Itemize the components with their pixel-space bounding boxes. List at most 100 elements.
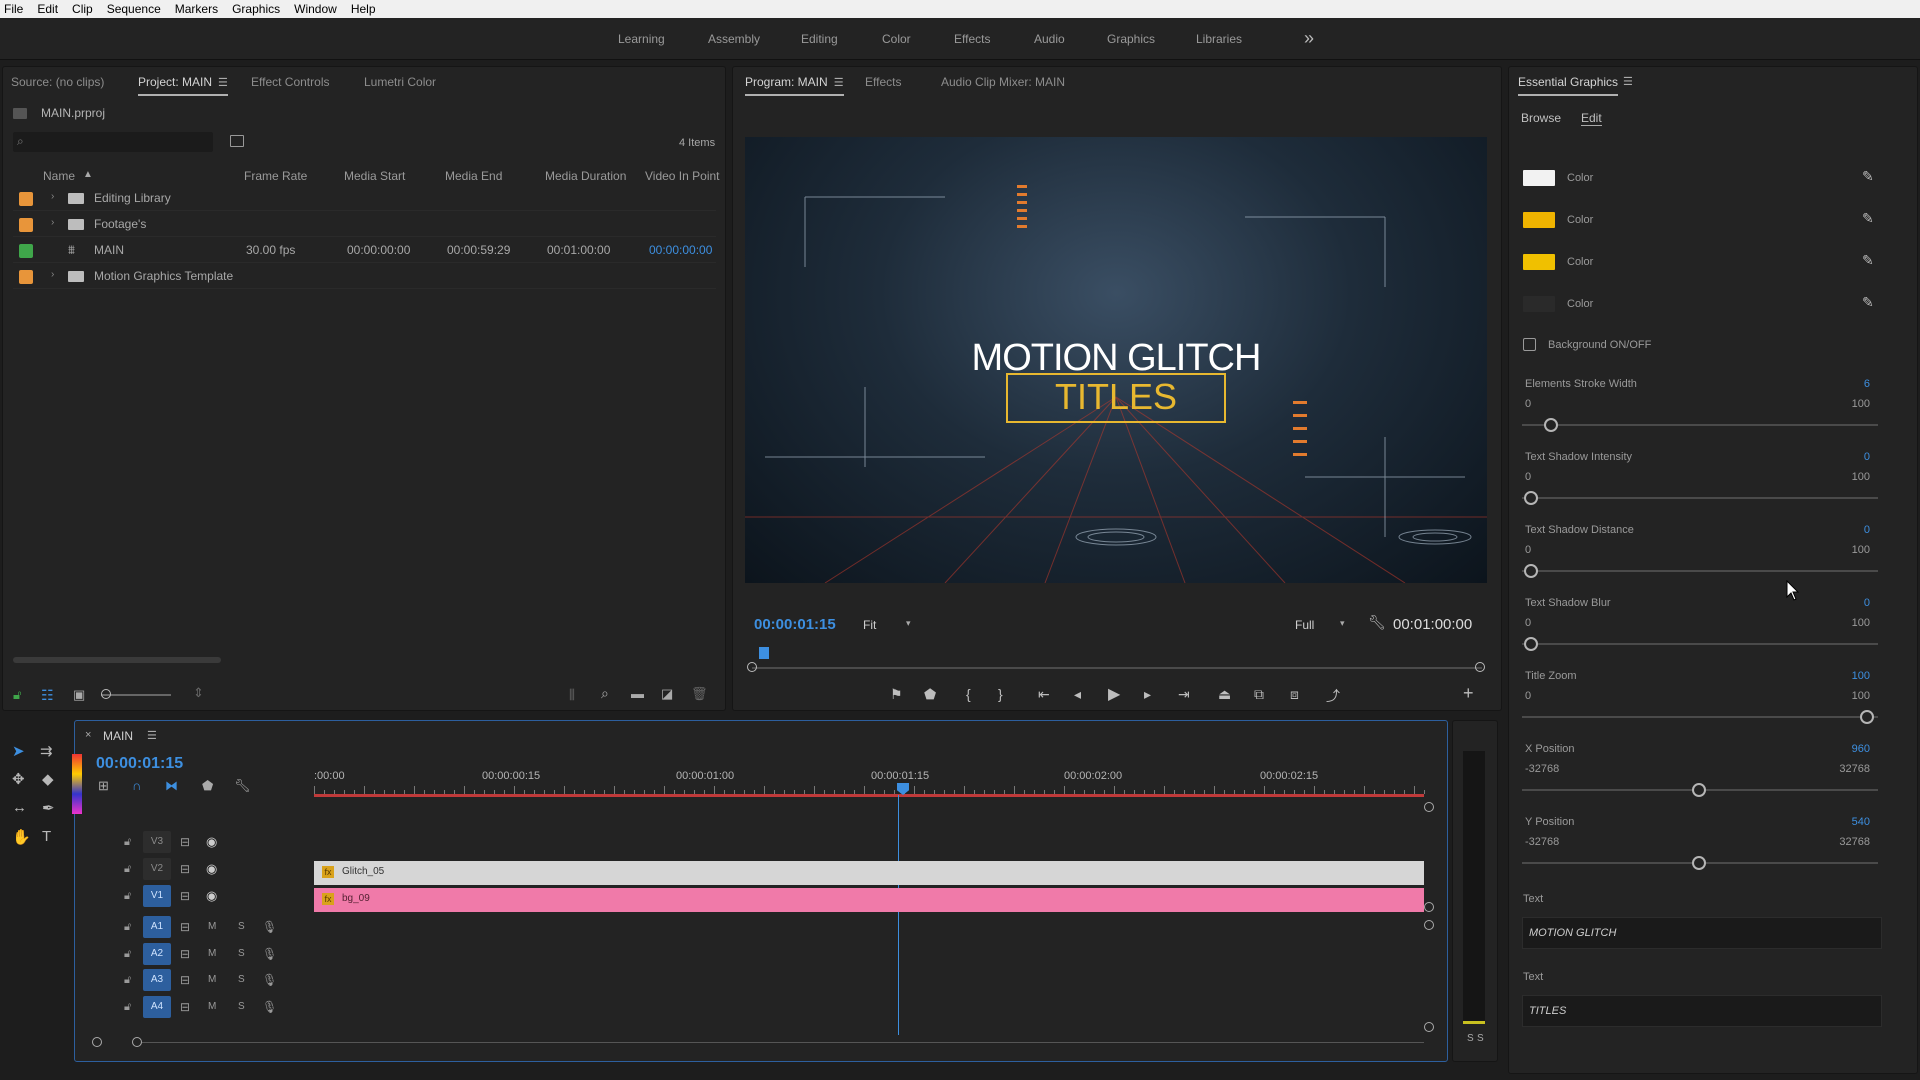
mark-out-icon[interactable]: } bbox=[998, 686, 1003, 702]
column-name[interactable]: Name bbox=[43, 169, 75, 183]
track-select-tool-icon[interactable]: ⇉ bbox=[40, 742, 53, 760]
slider-track[interactable] bbox=[1522, 716, 1878, 718]
add-marker-icon[interactable]: ⚑ bbox=[890, 686, 903, 703]
track-lock-icon[interactable]: 🔓︎ bbox=[124, 921, 131, 934]
zoom-slider-handle[interactable] bbox=[101, 689, 111, 699]
mute-button[interactable]: M bbox=[208, 921, 216, 932]
solo-button[interactable]: S bbox=[238, 974, 245, 985]
timeline-current-time[interactable]: 00:00:01:15 bbox=[96, 755, 183, 773]
hand-tool-icon[interactable]: ✋ bbox=[12, 828, 31, 846]
zoom-slider[interactable] bbox=[101, 694, 171, 696]
comparison-view-icon[interactable]: ⧈ bbox=[1290, 686, 1299, 703]
expand-icon[interactable]: › bbox=[51, 217, 54, 228]
work-area-bar[interactable] bbox=[314, 794, 1424, 797]
track-target-v3[interactable]: V3 bbox=[143, 831, 171, 853]
microphone-icon[interactable]: 🎙︎ bbox=[262, 973, 277, 987]
text-field-1[interactable]: MOTION GLITCH bbox=[1522, 917, 1882, 949]
microphone-icon[interactable]: 🎙︎ bbox=[262, 920, 277, 934]
microphone-icon[interactable]: 🎙︎ bbox=[262, 947, 277, 961]
menu-help[interactable]: Help bbox=[351, 2, 376, 16]
solo-button[interactable]: S bbox=[238, 921, 245, 932]
new-bin-icon[interactable]: ▬ bbox=[631, 686, 644, 701]
toggle-sync-lock-icon[interactable]: ⊟ bbox=[180, 920, 190, 934]
menu-clip[interactable]: Clip bbox=[72, 2, 93, 16]
menu-edit[interactable]: Edit bbox=[37, 2, 58, 16]
scrub-end-handle[interactable] bbox=[1475, 662, 1485, 672]
eyedropper-icon[interactable]: ✎ bbox=[1862, 210, 1874, 227]
panel-menu-icon[interactable]: ☰ bbox=[834, 77, 844, 89]
solo-button[interactable]: S bbox=[238, 1001, 245, 1012]
snap-icon[interactable]: ∩ bbox=[132, 778, 141, 793]
solo-left-button[interactable]: S bbox=[1467, 1033, 1474, 1044]
tab-effects[interactable]: Effects bbox=[865, 75, 901, 89]
program-video-frame[interactable]: MOTION GLITCH TITLES bbox=[745, 137, 1487, 583]
project-row[interactable]: › Editing Library bbox=[13, 185, 716, 211]
automate-to-sequence-icon[interactable]: ⫼ bbox=[569, 687, 575, 703]
workspace-audio[interactable]: Audio bbox=[1034, 32, 1065, 46]
background-toggle-checkbox[interactable] bbox=[1523, 338, 1536, 351]
scrub-start-handle[interactable] bbox=[747, 662, 757, 672]
clip-bg[interactable]: fx bg_09 bbox=[314, 888, 1424, 912]
track-lock-icon[interactable]: 🔓︎ bbox=[124, 863, 131, 876]
lift-icon[interactable]: ⏏ bbox=[1218, 686, 1231, 703]
tab-program[interactable]: Program: MAIN ☰ bbox=[745, 75, 844, 96]
selection-tool-icon[interactable]: ➤ bbox=[12, 742, 25, 760]
column-frame-rate[interactable]: Frame Rate bbox=[244, 169, 307, 183]
toggle-sync-lock-icon[interactable]: ⊟ bbox=[180, 889, 190, 903]
more-workspaces-icon[interactable]: » bbox=[1304, 28, 1314, 49]
panel-menu-icon[interactable]: ☰ bbox=[147, 729, 157, 742]
slider-track[interactable] bbox=[1522, 643, 1878, 645]
column-media-end[interactable]: Media End bbox=[445, 169, 502, 183]
vertical-zoom-handle[interactable] bbox=[1424, 920, 1434, 930]
color-swatch-1[interactable] bbox=[1523, 170, 1555, 186]
track-target-a4[interactable]: A4 bbox=[143, 996, 171, 1018]
track-target-a3[interactable]: A3 bbox=[143, 969, 171, 991]
workspace-learning[interactable]: Learning bbox=[618, 32, 665, 46]
razor-tool-icon[interactable]: ◆ bbox=[42, 770, 54, 788]
project-row[interactable]: ⩩ MAIN 30.00 fps 00:00:00:00 00:00:59:29… bbox=[13, 237, 716, 263]
menu-file[interactable]: File bbox=[4, 2, 23, 16]
linked-selection-icon[interactable]: ⧓ bbox=[165, 778, 178, 794]
track-lock-icon[interactable]: 🔓︎ bbox=[124, 836, 131, 849]
toggle-sync-lock-icon[interactable]: ⊟ bbox=[180, 947, 190, 961]
vertical-zoom-handle-top[interactable] bbox=[1424, 802, 1434, 812]
play-icon[interactable]: ▶ bbox=[1108, 684, 1120, 704]
track-target-v2[interactable]: V2 bbox=[143, 858, 171, 880]
eyedropper-icon[interactable]: ✎ bbox=[1862, 168, 1874, 185]
marker-icon[interactable]: ⬟ bbox=[924, 686, 936, 703]
step-back-icon[interactable]: ◂ bbox=[1074, 686, 1081, 703]
close-sequence-icon[interactable]: × bbox=[85, 729, 91, 741]
track-target-v1[interactable]: V1 bbox=[143, 885, 171, 907]
program-current-time[interactable]: 00:00:01:15 bbox=[754, 616, 836, 633]
add-marker-icon[interactable]: ⬟ bbox=[202, 778, 213, 794]
list-view-icon[interactable]: ☷ bbox=[41, 687, 54, 704]
slider-value[interactable]: 0 bbox=[1820, 451, 1870, 463]
slider-value[interactable]: 6 bbox=[1820, 378, 1870, 390]
go-to-in-icon[interactable]: ⇤ bbox=[1038, 686, 1050, 703]
tab-edit[interactable]: Edit bbox=[1581, 111, 1602, 126]
sort-icon[interactable]: ⇕ bbox=[193, 685, 204, 701]
nest-icon[interactable]: ⊞ bbox=[98, 778, 109, 794]
mute-button[interactable]: M bbox=[208, 1001, 216, 1012]
step-forward-icon[interactable]: ▸ bbox=[1144, 686, 1151, 703]
slider-track[interactable] bbox=[1522, 497, 1878, 499]
menu-sequence[interactable]: Sequence bbox=[107, 2, 161, 16]
menu-markers[interactable]: Markers bbox=[175, 2, 218, 16]
slider-handle[interactable] bbox=[1524, 637, 1538, 651]
zoom-level-select[interactable]: Fit ▾ bbox=[858, 615, 918, 635]
mute-button[interactable]: M bbox=[208, 974, 216, 985]
horizontal-scrollbar[interactable] bbox=[13, 657, 221, 663]
slip-tool-icon[interactable]: ↔ bbox=[12, 799, 27, 816]
tab-lumetri-color[interactable]: Lumetri Color bbox=[364, 75, 436, 89]
mark-in-icon[interactable]: { bbox=[966, 686, 971, 702]
horizontal-zoom-handle[interactable] bbox=[132, 1037, 142, 1047]
slider-value[interactable]: 100 bbox=[1820, 670, 1870, 682]
microphone-icon[interactable]: 🎙︎ bbox=[262, 1000, 277, 1014]
column-video-in-point[interactable]: Video In Point bbox=[645, 169, 720, 183]
workspace-editing[interactable]: Editing bbox=[801, 32, 838, 46]
tab-project[interactable]: Project: MAIN ☰ bbox=[138, 75, 228, 96]
tab-audio-clip-mixer[interactable]: Audio Clip Mixer: MAIN bbox=[941, 75, 1065, 89]
tab-source[interactable]: Source: (no clips) bbox=[11, 75, 104, 89]
slider-handle[interactable] bbox=[1692, 783, 1706, 797]
slider-track[interactable] bbox=[1522, 424, 1878, 426]
